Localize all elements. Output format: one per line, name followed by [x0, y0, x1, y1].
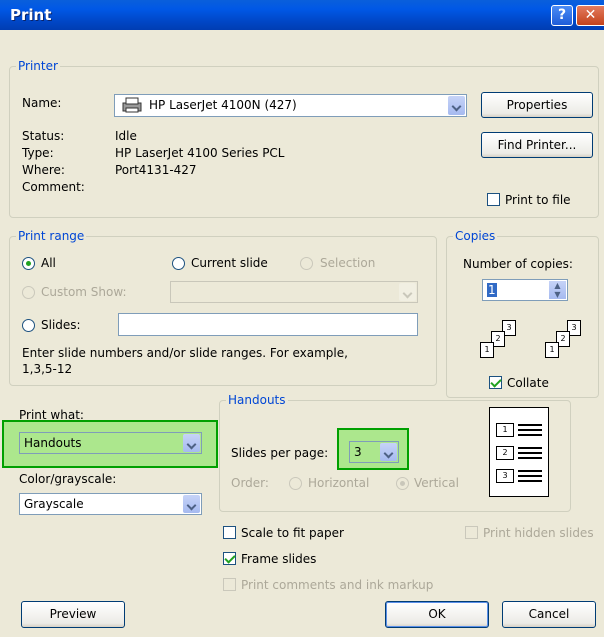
preview-lines-3: [518, 470, 542, 485]
selection-label: Selection: [320, 256, 376, 270]
custom-show-radio[interactable]: [22, 286, 35, 299]
preview-slide-2: 2: [496, 446, 514, 460]
frame-slides-label: Frame slides: [241, 552, 317, 566]
comment-label: Comment:: [22, 180, 85, 194]
print-comments-label: Print comments and ink markup: [241, 578, 434, 592]
print-range-group-label: Print range: [16, 229, 87, 243]
title-bar: Print ? ✕: [0, 0, 604, 30]
slides-input[interactable]: [118, 313, 418, 336]
color-grayscale-label: Color/grayscale:: [19, 472, 117, 486]
chevron-down-icon[interactable]: [183, 434, 200, 452]
slides-radio[interactable]: [22, 319, 35, 332]
printer-icon: [121, 97, 143, 113]
vertical-radio[interactable]: [396, 477, 409, 490]
print-hidden-checkbox[interactable]: [465, 526, 478, 539]
current-slide-label: Current slide: [191, 256, 268, 270]
scale-to-fit-label: Scale to fit paper: [241, 526, 344, 540]
slides-hint-example: 1,3,5-12: [22, 362, 73, 376]
preview-slide-1: 1: [496, 423, 514, 437]
type-value: HP LaserJet 4100 Series PCL: [115, 146, 285, 160]
color-grayscale-select[interactable]: Grayscale: [19, 493, 202, 515]
preview-button[interactable]: Preview: [21, 601, 125, 628]
print-what-value: Handouts: [24, 436, 82, 450]
frame-slides-checkbox[interactable]: [223, 552, 236, 565]
horizontal-label: Horizontal: [308, 476, 370, 490]
printer-name-value: HP LaserJet 4100N (427): [149, 98, 297, 112]
slides-per-page-select[interactable]: 3: [349, 441, 399, 463]
all-radio[interactable]: [22, 257, 35, 270]
slides-hint: Enter slide numbers and/or slide ranges.…: [22, 346, 348, 360]
print-to-file-label: Print to file: [505, 193, 571, 207]
number-of-copies-label: Number of copies:: [463, 257, 573, 271]
copies-group-label: Copies: [453, 229, 498, 243]
order-label: Order:: [231, 476, 269, 490]
copies-value: 1: [487, 283, 497, 297]
collate-page-1: 1: [480, 342, 494, 358]
preview-slide-3: 3: [496, 469, 514, 483]
print-to-file-checkbox[interactable]: [487, 193, 500, 206]
close-icon[interactable]: ✕: [576, 5, 604, 26]
chevron-down-icon: [399, 283, 416, 301]
print-what-select[interactable]: Handouts: [19, 432, 202, 454]
horizontal-radio[interactable]: [289, 477, 302, 490]
print-hidden-label: Print hidden slides: [483, 526, 594, 540]
where-label: Where:: [22, 163, 65, 177]
collate-checkbox[interactable]: [489, 376, 502, 389]
slides-label: Slides:: [41, 318, 81, 332]
status-value: Idle: [115, 129, 137, 143]
handout-preview: 1 2 3: [489, 407, 549, 497]
ok-button[interactable]: OK: [385, 601, 489, 628]
spinner-icon[interactable]: ▲ ▼: [549, 281, 566, 299]
window-title: Print: [10, 6, 52, 24]
printer-name-label: Name:: [22, 96, 62, 110]
chevron-down-icon[interactable]: [448, 96, 465, 115]
preview-lines-1: [518, 424, 542, 439]
copies-stepper[interactable]: 1 ▲ ▼: [482, 279, 568, 301]
current-slide-radio[interactable]: [172, 257, 185, 270]
cancel-button[interactable]: Cancel: [502, 601, 596, 628]
custom-show-select[interactable]: [170, 281, 418, 303]
print-comments-checkbox[interactable]: [223, 578, 236, 591]
all-label: All: [41, 256, 56, 270]
slides-per-page-label: Slides per page:: [231, 446, 329, 460]
vertical-label: Vertical: [414, 476, 459, 490]
slides-per-page-value: 3: [354, 445, 362, 459]
collate-page-1: 1: [545, 342, 559, 358]
type-label: Type:: [22, 146, 54, 160]
chevron-down-icon[interactable]: [380, 443, 397, 461]
color-grayscale-value: Grayscale: [24, 497, 84, 511]
collate-label: Collate: [507, 376, 549, 390]
preview-lines-2: [518, 447, 542, 462]
printer-group-label: Printer: [16, 59, 60, 73]
help-icon[interactable]: ?: [551, 5, 573, 26]
where-value: Port4131-427: [115, 163, 197, 177]
printer-name-select[interactable]: HP LaserJet 4100N (427): [114, 94, 467, 117]
properties-button[interactable]: Properties: [481, 92, 593, 118]
find-printer-button[interactable]: Find Printer...: [481, 132, 593, 158]
handouts-group-label: Handouts: [226, 393, 288, 407]
chevron-down-icon[interactable]: [183, 495, 200, 513]
selection-radio[interactable]: [300, 257, 313, 270]
scale-to-fit-checkbox[interactable]: [223, 526, 236, 539]
custom-show-label: Custom Show:: [41, 285, 127, 299]
status-label: Status:: [22, 129, 65, 143]
